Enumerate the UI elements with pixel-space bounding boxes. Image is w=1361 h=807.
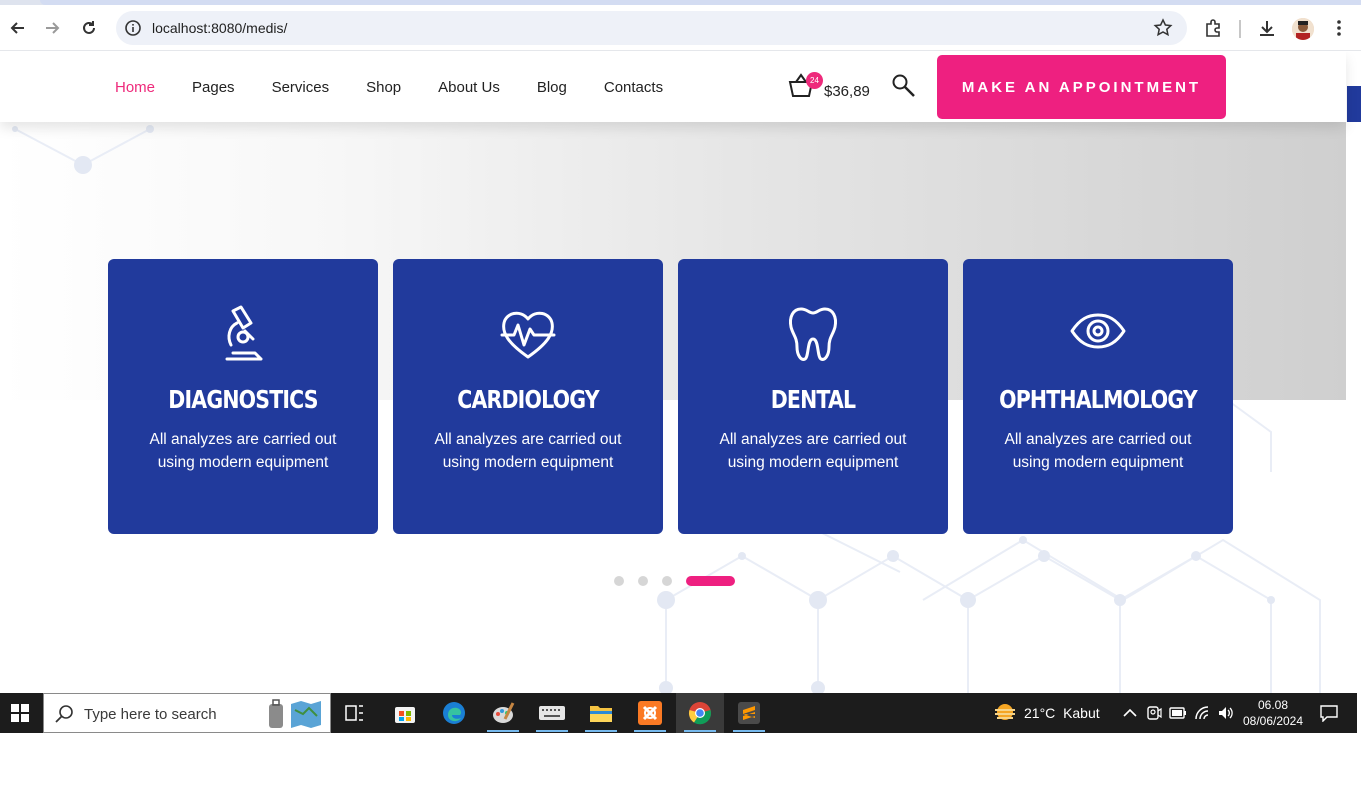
- taskbar-xampp[interactable]: [626, 693, 674, 733]
- slider-dot-2[interactable]: [638, 576, 648, 586]
- cart-total[interactable]: $36,89: [824, 83, 870, 100]
- chevron-up-icon[interactable]: [1123, 707, 1137, 719]
- extensions-button[interactable]: [1203, 17, 1225, 39]
- menu-item-blog[interactable]: Blog: [537, 79, 567, 96]
- site-info-icon[interactable]: [124, 19, 142, 37]
- cart-count-badge: 24: [806, 72, 823, 89]
- clock-time: 06.08: [1257, 698, 1289, 712]
- site-header: Home Pages Services Shop About Us Blog C…: [0, 52, 1346, 122]
- forward-button[interactable]: [40, 16, 64, 40]
- taskbar-search-box[interactable]: Type here to search: [43, 693, 331, 733]
- service-card-ophthalmology[interactable]: OPHTHALMOLOGY All analyzes are carried o…: [963, 259, 1233, 534]
- puzzle-icon: [1206, 19, 1220, 37]
- microscope-icon: [225, 305, 263, 361]
- tooth-icon: [789, 307, 837, 361]
- menu-item-pages[interactable]: Pages: [192, 79, 235, 96]
- browser-menu-button[interactable]: [1328, 17, 1350, 39]
- card-description: All analyzes are carried out using modern…: [434, 431, 622, 471]
- show-desktop-button[interactable]: [1357, 693, 1361, 733]
- side-widget-tab[interactable]: [1347, 86, 1361, 122]
- edge-icon: [443, 702, 465, 724]
- card-title: CARDIOLOGY: [457, 385, 599, 414]
- web-page: Home Pages Services Shop About Us Blog C…: [0, 52, 1361, 693]
- address-bar[interactable]: localhost:8080/medis/: [116, 11, 1187, 45]
- slider-dot-4-active[interactable]: [686, 576, 735, 586]
- menu-item-about-us[interactable]: About Us: [438, 79, 500, 96]
- toolbar-divider: [1239, 20, 1241, 38]
- reload-button[interactable]: [77, 16, 101, 40]
- profile-avatar[interactable]: [1292, 18, 1314, 40]
- taskbar-edge[interactable]: [430, 693, 478, 733]
- taskbar-keyboard-app[interactable]: [528, 693, 576, 733]
- keyboard-icon: [539, 706, 565, 720]
- downloads-button[interactable]: [1256, 17, 1278, 39]
- taskbar-chrome[interactable]: [676, 693, 724, 733]
- weather-fog-icon[interactable]: [993, 702, 1017, 724]
- card-title: OPHTHALMOLOGY: [999, 385, 1198, 414]
- back-button[interactable]: [6, 16, 30, 40]
- battery-icon[interactable]: [1169, 706, 1187, 720]
- sublime-text-icon: [738, 702, 760, 724]
- search-icon: [55, 705, 73, 723]
- store-bag-icon: [395, 707, 415, 723]
- clock-date: 08/06/2024: [1242, 714, 1304, 728]
- reload-icon: [83, 21, 95, 34]
- system-clock[interactable]: 06.08 08/06/2024: [1240, 697, 1306, 729]
- taskbar-microsoft-store[interactable]: [381, 693, 429, 733]
- task-view-button[interactable]: [331, 693, 379, 733]
- wifi-icon[interactable]: [1194, 705, 1212, 721]
- weather-temperature: 21°C: [1024, 705, 1056, 721]
- weather-condition: Kabut: [1063, 705, 1100, 721]
- folder-icon: [590, 706, 612, 722]
- volume-icon[interactable]: [1217, 705, 1235, 721]
- slider-pagination: [614, 576, 735, 586]
- search-highlight-luggage-map-icon: [269, 699, 321, 728]
- main-menu: Home Pages Services Shop About Us Blog C…: [115, 79, 700, 96]
- browser-toolbar: localhost:8080/medis/: [0, 5, 1361, 51]
- bookmark-star-icon[interactable]: [1153, 18, 1173, 38]
- slider-dot-3[interactable]: [662, 576, 672, 586]
- taskbar-paint[interactable]: [479, 693, 527, 733]
- meet-now-icon[interactable]: [1146, 704, 1162, 722]
- menu-item-home[interactable]: Home: [115, 79, 155, 96]
- screen-blank-area: [0, 733, 1361, 807]
- back-arrow-icon: [10, 22, 24, 34]
- eye-icon: [1070, 313, 1126, 349]
- download-icon: [1260, 21, 1274, 36]
- card-description: All analyzes are carried out using modern…: [719, 431, 907, 471]
- windows-logo-icon: [11, 704, 29, 722]
- slider-dot-1[interactable]: [614, 576, 624, 586]
- card-title: DENTAL: [770, 385, 856, 414]
- avatar-face-icon: [1292, 18, 1314, 40]
- weather-widget[interactable]: 21°C Kabut: [1024, 705, 1100, 721]
- taskbar-file-explorer[interactable]: [577, 693, 625, 733]
- card-description: All analyzes are carried out using modern…: [149, 431, 337, 471]
- search-icon[interactable]: [891, 73, 917, 99]
- chrome-icon: [688, 702, 712, 725]
- service-card-dental[interactable]: DENTAL All analyzes are carried out using…: [678, 259, 948, 534]
- heartbeat-icon: [500, 311, 556, 359]
- make-appointment-button[interactable]: MAKE AN APPOINTMENT: [937, 55, 1226, 119]
- service-card-cardiology[interactable]: CARDIOLOGY All analyzes are carried out u…: [393, 259, 663, 534]
- url-text[interactable]: localhost:8080/medis/: [152, 20, 287, 36]
- xampp-icon: [638, 701, 662, 725]
- menu-item-contacts[interactable]: Contacts: [604, 79, 663, 96]
- more-vertical-icon: [1337, 20, 1341, 36]
- menu-item-services[interactable]: Services: [272, 79, 330, 96]
- card-description: All analyzes are carried out using modern…: [1004, 431, 1192, 471]
- task-view-icon: [345, 705, 363, 721]
- notification-center-icon[interactable]: [1319, 704, 1339, 722]
- search-placeholder[interactable]: Type here to search: [84, 706, 217, 723]
- service-card-diagnostics[interactable]: DIAGNOSTICS All analyzes are carried out…: [108, 259, 378, 534]
- windows-taskbar: Type here to search 21°C Kabut 06.08 08/0…: [0, 693, 1361, 733]
- paint-palette-icon: [493, 702, 515, 723]
- card-title: DIAGNOSTICS: [168, 385, 318, 414]
- forward-arrow-icon: [46, 22, 60, 34]
- start-button[interactable]: [0, 693, 40, 733]
- menu-item-shop[interactable]: Shop: [366, 79, 401, 96]
- taskbar-sublime-text[interactable]: [725, 693, 773, 733]
